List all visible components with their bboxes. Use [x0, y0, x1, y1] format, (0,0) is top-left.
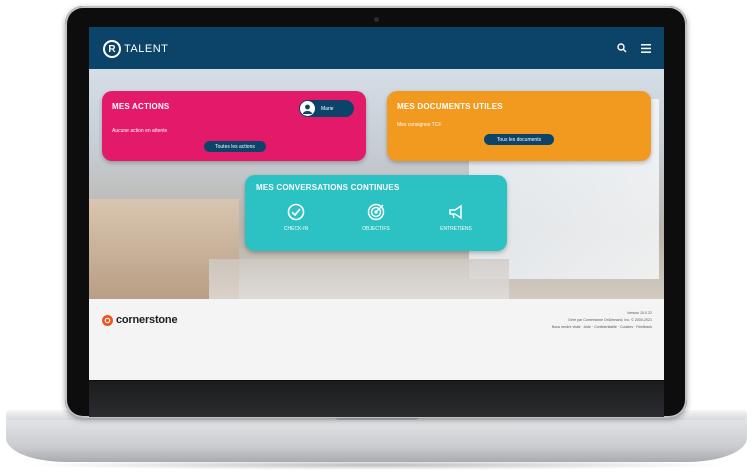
- menu-icon[interactable]: [640, 42, 652, 54]
- conversation-item-objectifs[interactable]: OBJECTIFS: [346, 202, 406, 232]
- target-icon: [366, 202, 386, 222]
- talent-logo[interactable]: R TALENT: [103, 40, 168, 58]
- conversation-item-entretiens[interactable]: ENTRETIENS: [426, 202, 486, 232]
- check-circle-icon: [286, 202, 306, 222]
- conversation-label: OBJECTIFS: [362, 226, 390, 232]
- documents-subtitle[interactable]: Mes consignes TCF: [397, 122, 441, 128]
- version-text: Version 15.0.22: [627, 311, 652, 315]
- actions-title: MES ACTIONS: [112, 102, 170, 111]
- footer: cornerstone Version 15.0.22 Géré par Cor…: [89, 299, 664, 380]
- screen: R TALENT MES ACTIONS Aucune action en at…: [89, 27, 664, 380]
- conversation-label: ENTRETIENS: [440, 226, 472, 232]
- webcam: [374, 17, 379, 22]
- logo-text: TALENT: [124, 43, 169, 55]
- user-chip[interactable]: Marie: [299, 100, 354, 117]
- all-actions-button[interactable]: Toutes les actions: [204, 141, 266, 152]
- top-bar: R TALENT: [89, 27, 664, 69]
- documents-card: MES DOCUMENTS UTILES Mes consignes TCF T…: [387, 91, 651, 161]
- copyright-text: Géré par Cornerstone OnDemand, Inc. © 20…: [568, 318, 652, 322]
- cornerstone-logo[interactable]: cornerstone: [102, 314, 178, 326]
- laptop-bezel-bottom: [89, 381, 664, 417]
- conversation-item-check-in[interactable]: CHECK-IN: [266, 202, 326, 232]
- footer-links[interactable]: Nous rendre visite · Aide · Confidential…: [552, 325, 652, 329]
- cornerstone-text: cornerstone: [116, 314, 178, 326]
- conversation-label: CHECK-IN: [283, 226, 309, 232]
- conversations-card: MES CONVERSATIONS CONTINUES CHECK-IN OBJ…: [245, 175, 507, 251]
- conversations-title: MES CONVERSATIONS CONTINUES: [256, 183, 400, 192]
- documents-title: MES DOCUMENTS UTILES: [397, 102, 503, 111]
- megaphone-icon: [446, 202, 466, 222]
- header-actions: [616, 42, 652, 54]
- background-floor: [209, 259, 509, 299]
- user-name: Marie: [321, 105, 334, 112]
- all-documents-button[interactable]: Tous les documents: [484, 134, 554, 145]
- logo-badge: R: [103, 40, 121, 58]
- cornerstone-mark-icon: [102, 314, 113, 326]
- actions-status: Aucune action en attente: [112, 128, 168, 134]
- search-icon[interactable]: [616, 42, 628, 54]
- actions-card: MES ACTIONS Aucune action en attente Mar…: [102, 91, 366, 161]
- avatar: [300, 101, 315, 116]
